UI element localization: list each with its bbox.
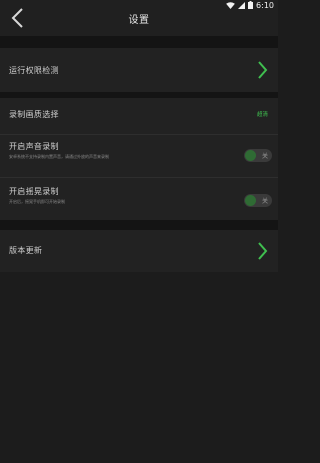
quality-value[interactable]: 超清 [257, 110, 268, 118]
toggle-knob [245, 150, 256, 161]
audio-record-toggle[interactable]: 关 [244, 149, 272, 162]
battery-icon [248, 1, 254, 9]
quality-row[interactable]: 录制画质选择 超清 [0, 98, 278, 134]
audio-record-row: 开启声音录制 安卓系统不支持录制内置声音，请通过外放的声音来录制 关 [0, 135, 278, 177]
toggle-label: 关 [261, 153, 268, 160]
chevron-right-icon [258, 242, 268, 260]
quality-label: 录制画质选择 [9, 110, 59, 119]
page-title: 设置 [128, 15, 150, 26]
shake-record-label: 开启摇晃录制 [9, 187, 59, 196]
status-bar: 6:10 [0, 0, 278, 10]
section-gap [0, 36, 278, 48]
toggle-knob [245, 195, 256, 206]
version-update-label: 版本更新 [9, 246, 43, 255]
signal-icon [238, 1, 246, 9]
permission-check-row[interactable]: 运行权限检测 [0, 48, 278, 92]
chevron-right-icon [258, 61, 268, 79]
version-update-row[interactable]: 版本更新 [0, 230, 278, 272]
audio-record-description: 安卓系统不支持录制内置声音，请通过外放的声音来录制 [9, 154, 109, 159]
permission-check-label: 运行权限检测 [9, 66, 59, 75]
shake-record-toggle[interactable]: 关 [244, 194, 272, 207]
toggle-label: 关 [261, 198, 268, 205]
status-time: 6:10 [256, 0, 274, 10]
shake-record-row: 开启摇晃录制 开启后，摇晃手机即可开始录制 关 [0, 178, 278, 220]
audio-record-label: 开启声音录制 [9, 142, 59, 151]
wifi-icon [226, 1, 235, 9]
section-gap [0, 220, 278, 230]
shake-record-description: 开启后，摇晃手机即可开始录制 [9, 199, 65, 204]
